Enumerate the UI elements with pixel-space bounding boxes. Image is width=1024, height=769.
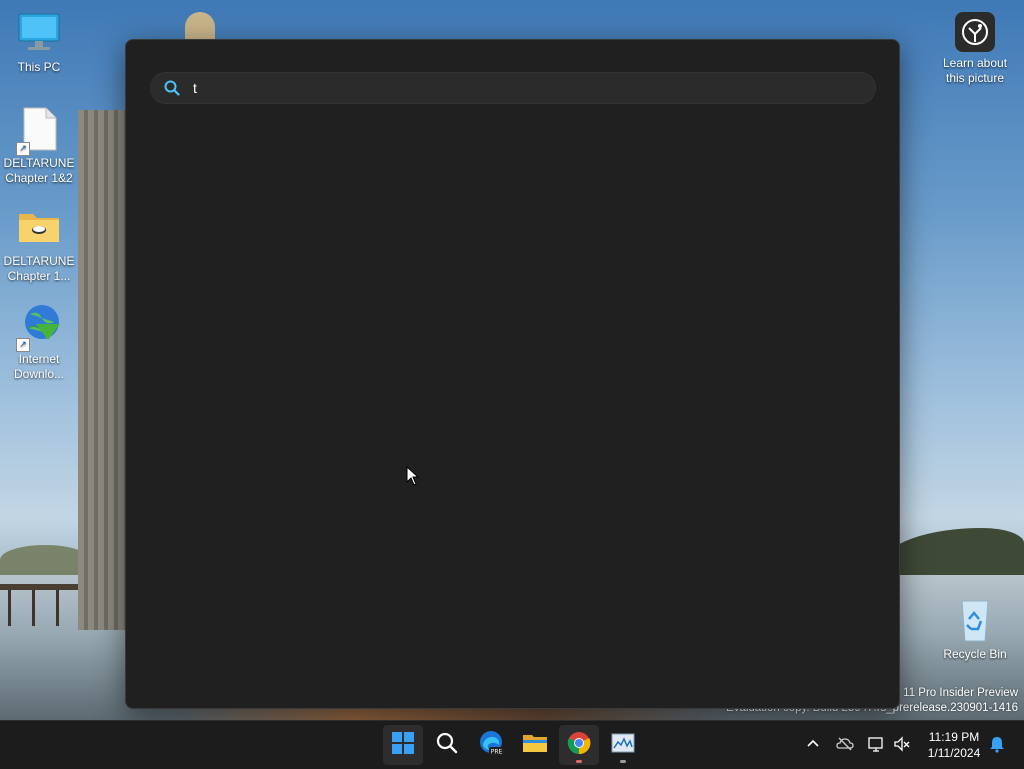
network-icon[interactable]	[867, 735, 885, 753]
recycle-bin-icon	[952, 597, 998, 643]
shortcut-arrow-icon: ↗	[16, 142, 30, 156]
desktop-icon-label: Learn about this picture	[942, 56, 1008, 85]
volume-muted-icon[interactable]	[893, 735, 911, 753]
wallpaper-pier-leg	[56, 590, 59, 626]
desktop-icon-label: Internet Downlo...	[13, 352, 65, 381]
show-hidden-icons-chevron-icon[interactable]	[804, 735, 822, 753]
camera-info-icon	[955, 12, 995, 52]
chrome-icon	[567, 731, 591, 759]
running-indicator	[576, 760, 582, 763]
document-icon: ↗	[16, 106, 62, 156]
windows-logo-icon	[391, 731, 415, 759]
search-input[interactable]	[193, 77, 853, 99]
taskbar-file-explorer[interactable]	[515, 725, 555, 765]
desktop-icon-this-pc[interactable]: This PC	[1, 10, 77, 75]
clock-date: 1/11/2024	[927, 746, 981, 760]
desktop-icon-label: DELTARUNE Chapter 1...	[3, 254, 75, 283]
wallpaper-hill	[884, 528, 1024, 578]
search-icon	[435, 731, 459, 759]
edge-badge: PRE	[491, 749, 503, 756]
shortcut-arrow-icon: ↗	[16, 338, 30, 352]
globe-download-icon: ↗	[16, 302, 62, 352]
taskbar-chrome[interactable]	[559, 725, 599, 765]
clock-time: 11:19 PM	[928, 730, 980, 744]
mouse-cursor-icon	[406, 465, 420, 486]
taskbar: PRE 11:19 PM 1/11/2024	[0, 720, 1024, 769]
running-indicator	[620, 760, 626, 763]
folder-icon	[16, 204, 62, 250]
search-panel	[125, 39, 900, 709]
wallpaper-pier-leg	[32, 590, 35, 626]
desktop-icon-deltarune-folder[interactable]: DELTARUNE Chapter 1...	[1, 204, 77, 284]
desktop-icon-recycle-bin[interactable]: Recycle Bin	[937, 597, 1013, 662]
wallpaper-pier-leg	[8, 590, 11, 626]
edge-icon: PRE	[478, 730, 504, 760]
search-icon	[164, 80, 180, 96]
desktop-icon-label: This PC	[17, 60, 61, 74]
taskbar-task-manager[interactable]	[603, 725, 643, 765]
start-button[interactable]	[383, 725, 423, 765]
wallpaper-hill	[0, 545, 90, 575]
taskbar-clock[interactable]: 11:19 PM 1/11/2024	[918, 729, 990, 761]
wallpaper-tower-top	[185, 12, 215, 42]
desktop-icon-learn-about-picture[interactable]: Learn about this picture	[937, 12, 1013, 86]
desktop-icon-deltarune-1-2[interactable]: ↗ DELTARUNE Chapter 1&2	[1, 106, 77, 186]
taskbar-edge-preview[interactable]: PRE	[471, 725, 511, 765]
search-box[interactable]	[150, 72, 876, 104]
onedrive-offline-icon[interactable]	[836, 735, 854, 753]
desktop-icon-internet-download-manager[interactable]: ↗ Internet Downlo...	[1, 302, 77, 382]
monitor-icon	[16, 10, 62, 56]
task-manager-icon	[611, 733, 635, 757]
desktop-icon-label: Recycle Bin	[943, 647, 1007, 661]
folder-icon	[522, 731, 548, 759]
desktop-icon-label: DELTARUNE Chapter 1&2	[3, 156, 75, 185]
taskbar-search-button[interactable]	[427, 725, 467, 765]
wallpaper-pier	[0, 584, 78, 590]
notification-bell-icon[interactable]	[988, 735, 1006, 753]
